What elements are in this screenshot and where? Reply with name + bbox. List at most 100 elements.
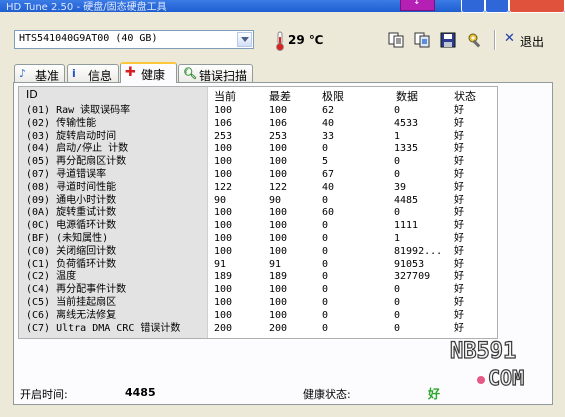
- cell-worst: 100: [269, 105, 288, 116]
- table-row[interactable]: (C1) 负荷循环计数 91 91 0 91053 好: [19, 259, 497, 272]
- cell-status: 好: [454, 156, 464, 168]
- cell-current: 100: [214, 297, 233, 308]
- cell-worst: 100: [269, 245, 288, 257]
- window-title: HD Tune 2.50 - 硬盘/固态硬盘工具: [6, 2, 167, 13]
- cell-attribute-name: (0C) 电源循环计数: [26, 220, 117, 232]
- cell-status: 好: [454, 309, 464, 321]
- cell-data: 91053: [394, 258, 425, 270]
- uptime-label: 开启时间:: [20, 388, 68, 401]
- svg-text:COM: COM: [488, 366, 524, 388]
- cell-threshold: 0: [322, 258, 329, 270]
- table-row[interactable]: (C2) 温度 189 189 0 327709 好: [19, 271, 497, 284]
- exit-button-label: 退出: [520, 35, 545, 49]
- table-row[interactable]: (C6) 离线无法修复 100 100 0 0 好: [19, 310, 497, 323]
- cell-data: 4485: [394, 194, 419, 206]
- copy-screenshot-icon[interactable]: [413, 31, 431, 49]
- cell-attribute-name: (0A) 旋转重试计数: [26, 207, 117, 219]
- table-row[interactable]: (0A) 旋转重试计数 100 100 60 0 好: [19, 207, 497, 220]
- table-row[interactable]: (0C) 电源循环计数 100 100 0 1111 好: [19, 220, 497, 233]
- cell-worst: 100: [269, 169, 288, 180]
- cell-current: 90: [214, 194, 227, 206]
- download-button[interactable]: ↓: [400, 0, 435, 11]
- cell-threshold: 0: [322, 220, 329, 232]
- table-row[interactable]: (01) Raw 读取误码率 100 100 62 0 好: [19, 105, 497, 118]
- cell-attribute-name: (C4) 再分配事件计数: [26, 284, 127, 296]
- cell-current: 100: [214, 233, 233, 244]
- cell-status: 好: [454, 245, 464, 257]
- cell-worst: 100: [269, 284, 288, 296]
- cell-data: 0: [394, 297, 401, 308]
- cell-data: 4533: [394, 117, 419, 129]
- cell-threshold: 5: [322, 156, 329, 168]
- table-row[interactable]: (C5) 当前挂起扇区 100 100 0 0 好: [19, 297, 497, 310]
- save-icon[interactable]: [439, 31, 457, 49]
- cell-status: 好: [454, 194, 464, 206]
- copy-text-icon[interactable]: [387, 31, 405, 49]
- cell-current: 253: [214, 130, 233, 142]
- table-row[interactable]: (05) 再分配扇区计数 100 100 5 0 好: [19, 156, 497, 169]
- cell-status: 好: [454, 143, 464, 155]
- tab-error-scan[interactable]: 🔍︎ 错误扫描: [178, 64, 253, 83]
- cell-data: 39: [394, 181, 407, 193]
- cell-data: 0: [394, 309, 401, 321]
- toolbar-separator: [494, 30, 496, 50]
- cell-current: 106: [214, 117, 233, 129]
- cell-worst: 100: [269, 143, 288, 155]
- health-status-value: 好: [428, 387, 441, 401]
- cell-attribute-name: (C1) 负荷循环计数: [26, 258, 117, 270]
- table-row[interactable]: (07) 寻道错误率 100 100 67 0 好: [19, 169, 497, 182]
- cell-data: 1335: [394, 143, 419, 155]
- cell-threshold: 0: [322, 322, 329, 334]
- table-row[interactable]: (C4) 再分配事件计数 100 100 0 0 好: [19, 284, 497, 297]
- cell-current: 100: [214, 156, 233, 168]
- cell-attribute-name: (03) 旋转启动时间: [26, 130, 117, 142]
- options-wrench-icon[interactable]: [466, 31, 484, 49]
- cell-attribute-name: (C0) 关闭缩回计数: [26, 245, 117, 257]
- cell-worst: 253: [269, 130, 288, 142]
- cell-worst: 100: [269, 309, 288, 321]
- exit-button[interactable]: ✕ 退出: [502, 30, 556, 50]
- thermometer-icon: [276, 31, 284, 51]
- close-button[interactable]: [509, 0, 565, 13]
- cell-attribute-name: (05) 再分配扇区计数: [26, 156, 127, 168]
- maximize-button[interactable]: [485, 0, 509, 13]
- cell-current: 100: [214, 284, 233, 296]
- uptime-value: 4485: [125, 386, 156, 399]
- table-row[interactable]: (BF) (未知属性) 100 100 0 1 好: [19, 233, 497, 246]
- cell-current: 189: [214, 271, 233, 283]
- cell-data: 0: [394, 105, 401, 116]
- tab-benchmark[interactable]: ♪ 基准: [14, 64, 65, 83]
- site-watermark-logo: NB591 COM: [449, 338, 524, 388]
- cell-data: 1111: [394, 220, 419, 232]
- drive-select[interactable]: HTS541040G9AT00 (40 GB): [14, 30, 254, 49]
- table-row[interactable]: (02) 传输性能 106 106 40 4533 好: [19, 118, 497, 131]
- cell-attribute-name: (08) 寻道时间性能: [26, 181, 117, 193]
- table-row[interactable]: (03) 旋转启动时间 253 253 33 1 好: [19, 131, 497, 144]
- cell-current: 100: [214, 143, 233, 155]
- smart-table[interactable]: ID 当前 最差 极限 数据 状态 (01) Raw 读取误码率 100 100 62…: [18, 86, 498, 339]
- table-row[interactable]: (C7) Ultra DMA CRC 错误计数 200 200 0 0 好: [19, 323, 497, 336]
- cell-data: 81992...: [394, 245, 443, 257]
- chevron-down-icon[interactable]: [237, 32, 252, 47]
- cell-status: 好: [454, 233, 464, 244]
- table-row[interactable]: (09) 通电小时计数 90 90 0 4485 好: [19, 195, 497, 208]
- cell-worst: 106: [269, 117, 288, 129]
- tab-health[interactable]: ✚ 健康: [120, 62, 177, 83]
- cell-current: 100: [214, 105, 233, 116]
- table-row[interactable]: (C0) 关闭缩回计数 100 100 0 81992... 好: [19, 246, 497, 259]
- cell-threshold: 33: [322, 130, 335, 142]
- cell-data: 0: [394, 207, 401, 219]
- benchmark-icon: ♪: [19, 67, 27, 80]
- minimize-button[interactable]: [461, 0, 485, 13]
- cell-status: 好: [454, 105, 464, 116]
- cell-attribute-name: (01) Raw 读取误码率: [26, 105, 131, 116]
- cell-threshold: 0: [322, 284, 329, 296]
- cell-worst: 100: [269, 156, 288, 168]
- tab-info[interactable]: i 信息: [67, 64, 119, 83]
- table-row[interactable]: (08) 寻道时间性能 122 122 40 39 好: [19, 182, 497, 195]
- cell-data: 0: [394, 156, 401, 168]
- cell-current: 100: [214, 207, 233, 219]
- table-row[interactable]: (04) 启动/停止 计数 100 100 0 1335 好: [19, 143, 497, 156]
- table-header: ID 当前 最差 极限 数据 状态: [19, 87, 497, 103]
- cell-threshold: 0: [322, 271, 329, 283]
